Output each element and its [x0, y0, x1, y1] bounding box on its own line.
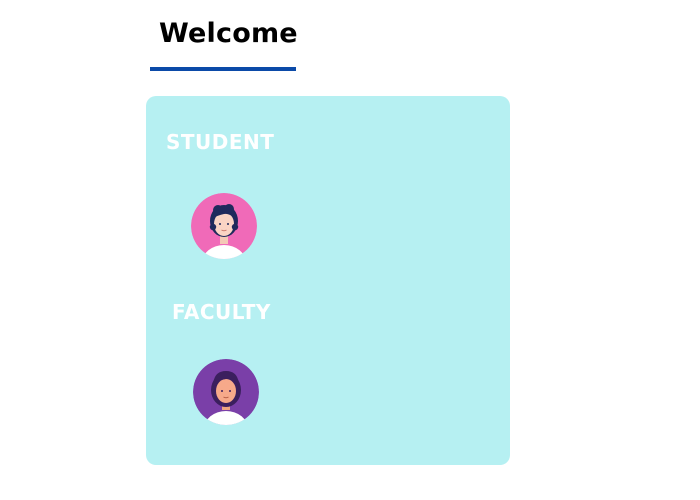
faculty-label: FACULTY	[172, 300, 271, 324]
faculty-avatar-icon	[193, 359, 259, 425]
title-underline	[150, 67, 296, 71]
page-title: Welcome	[159, 18, 298, 49]
student-label: STUDENT	[166, 130, 275, 154]
role-selection-card: STUDENT FACULTY	[146, 96, 510, 465]
faculty-avatar-button[interactable]	[193, 359, 259, 425]
student-avatar-icon	[191, 193, 257, 259]
student-avatar-button[interactable]	[191, 193, 257, 259]
welcome-page: Welcome STUDENT FACULTY	[0, 0, 700, 500]
